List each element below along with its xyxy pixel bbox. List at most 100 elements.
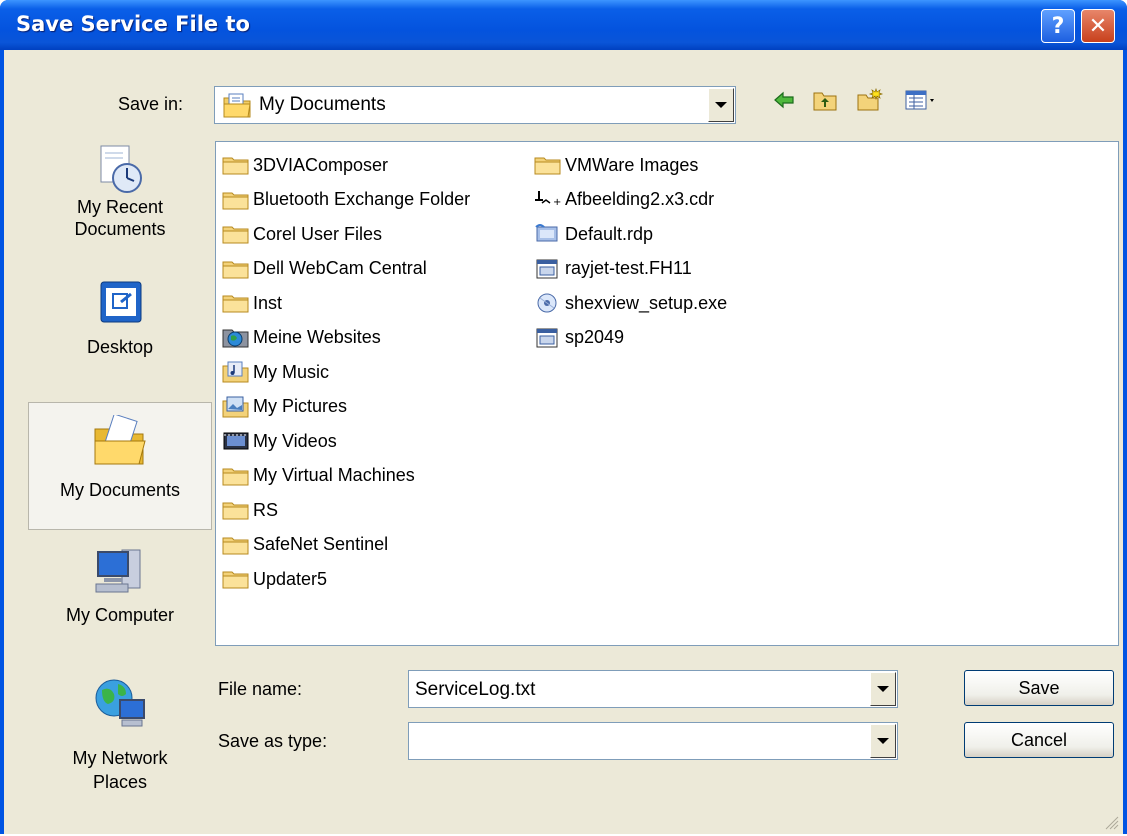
chevron-down-icon [715, 102, 727, 108]
list-item[interactable]: Corel User Files [222, 217, 470, 252]
place-label: Documents [74, 219, 166, 239]
new-folder-icon[interactable] [856, 87, 884, 117]
recent-documents-icon [100, 145, 142, 193]
list-item[interactable]: shexview_setup.exe [534, 286, 727, 321]
file-column-2: VMWare Images + Afbeelding2.x3.cdr Defau… [534, 148, 727, 355]
folder-icon [222, 571, 249, 589]
place-label: My Network [72, 748, 168, 768]
place-my-documents[interactable]: My Documents [28, 402, 212, 530]
pictures-folder-icon [222, 396, 249, 418]
place-label: My Documents [59, 480, 181, 500]
folder-icon [534, 157, 561, 175]
file-name: shexview_setup.exe [565, 292, 728, 313]
folder-icon [222, 157, 249, 175]
list-item[interactable]: VMWare Images [534, 148, 727, 183]
save-button[interactable]: Save [964, 670, 1114, 706]
chevron-down-icon [877, 686, 889, 692]
title-bar[interactable]: Save Service File to ? ✕ [0, 0, 1127, 50]
file-column-1: 3DVIAComposer Bluetooth Exchange Folder … [222, 148, 470, 597]
list-item[interactable]: SafeNet Sentinel [222, 528, 470, 563]
place-label: Places [92, 772, 148, 792]
list-item[interactable]: My Videos [222, 424, 470, 459]
list-item[interactable]: Updater5 [222, 562, 470, 597]
file-name: Inst [253, 292, 283, 313]
list-item[interactable]: RS [222, 493, 470, 528]
rdp-file-icon [535, 224, 558, 242]
folder-icon [222, 192, 249, 210]
file-name: Updater5 [253, 568, 328, 589]
save-in-value: My Documents [259, 94, 386, 115]
generic-file-icon [536, 259, 558, 279]
list-item[interactable]: + Afbeelding2.x3.cdr [534, 183, 727, 218]
place-my-recent-documents[interactable]: My Recent Documents [28, 144, 212, 274]
cancel-button[interactable]: Cancel [964, 722, 1114, 758]
file-name-combo[interactable]: ServiceLog.txt [408, 670, 898, 708]
my-computer-icon [95, 549, 141, 593]
folder-icon [222, 295, 249, 313]
dialog-body: Save in: My Documents My Recent Document… [4, 50, 1123, 834]
place-label: Desktop [86, 337, 154, 357]
places-bar: My Recent Documents Desktop My Documents… [28, 144, 212, 836]
music-folder-icon [222, 361, 249, 383]
list-item[interactable]: My Virtual Machines [222, 459, 470, 494]
place-my-network-places[interactable]: My Network Places [28, 676, 212, 826]
list-item[interactable]: rayjet-test.FH11 [534, 252, 727, 287]
file-name-dropdown-button[interactable] [870, 672, 896, 706]
list-item[interactable]: Meine Websites [222, 321, 470, 356]
list-item[interactable]: Inst [222, 286, 470, 321]
list-item[interactable]: My Music [222, 355, 470, 390]
videos-folder-icon [223, 432, 249, 450]
file-name: RS [253, 499, 279, 520]
file-name-value[interactable]: ServiceLog.txt [415, 679, 535, 701]
save-in-combo[interactable]: My Documents [214, 86, 736, 124]
folder-icon [222, 261, 249, 279]
desktop-icon [100, 281, 142, 323]
file-name: Afbeelding2.x3.cdr [565, 189, 715, 210]
list-item[interactable]: sp2049 [534, 321, 727, 356]
back-arrow-icon[interactable] [772, 88, 796, 117]
setup-exe-icon [537, 293, 557, 313]
folder-icon [222, 502, 249, 520]
up-folder-icon[interactable] [812, 88, 838, 117]
folder-icon [222, 537, 249, 555]
my-documents-icon [94, 415, 146, 465]
close-button[interactable]: ✕ [1081, 9, 1115, 43]
svg-text:+: + [553, 197, 561, 208]
file-name: My Videos [253, 430, 337, 451]
file-name: Dell WebCam Central [253, 258, 427, 279]
file-list[interactable]: 3DVIAComposer Bluetooth Exchange Folder … [215, 141, 1119, 646]
save-in-dropdown-button[interactable] [708, 88, 734, 122]
file-name-label: File name: [218, 679, 303, 699]
file-name: My Pictures [253, 396, 348, 417]
place-desktop[interactable]: Desktop [28, 280, 212, 390]
save-as-type-label: Save as type: [218, 731, 328, 751]
view-menu-icon[interactable] [904, 88, 940, 117]
save-in-label: Save in: [118, 94, 184, 114]
list-item[interactable]: My Pictures [222, 390, 470, 425]
dialog-title: Save Service File to [16, 12, 250, 36]
corel-file-icon: + [535, 190, 561, 208]
file-name: sp2049 [565, 327, 625, 348]
list-item[interactable]: Default.rdp [534, 217, 727, 252]
file-name: Corel User Files [253, 223, 383, 244]
save-as-type-combo[interactable] [408, 722, 898, 760]
my-documents-icon [223, 92, 251, 123]
web-folder-icon [222, 329, 249, 348]
file-name: Meine Websites [253, 327, 381, 348]
file-name: Default.rdp [565, 223, 654, 244]
chevron-down-icon [877, 738, 889, 744]
save-as-type-dropdown-button[interactable] [870, 724, 896, 758]
place-label: My Recent [76, 197, 164, 217]
file-name: SafeNet Sentinel [253, 534, 389, 555]
list-item[interactable]: Bluetooth Exchange Folder [222, 183, 470, 218]
file-name: My Music [253, 361, 329, 382]
help-button[interactable]: ? [1041, 9, 1075, 43]
file-name: My Virtual Machines [253, 465, 415, 486]
file-name: rayjet-test.FH11 [565, 258, 692, 279]
place-my-computer[interactable]: My Computer [28, 544, 212, 674]
resize-grip-icon[interactable] [1103, 814, 1119, 830]
generic-file-icon [536, 328, 558, 348]
list-item[interactable]: Dell WebCam Central [222, 252, 470, 287]
list-item[interactable]: 3DVIAComposer [222, 148, 470, 183]
folder-icon [222, 468, 249, 486]
